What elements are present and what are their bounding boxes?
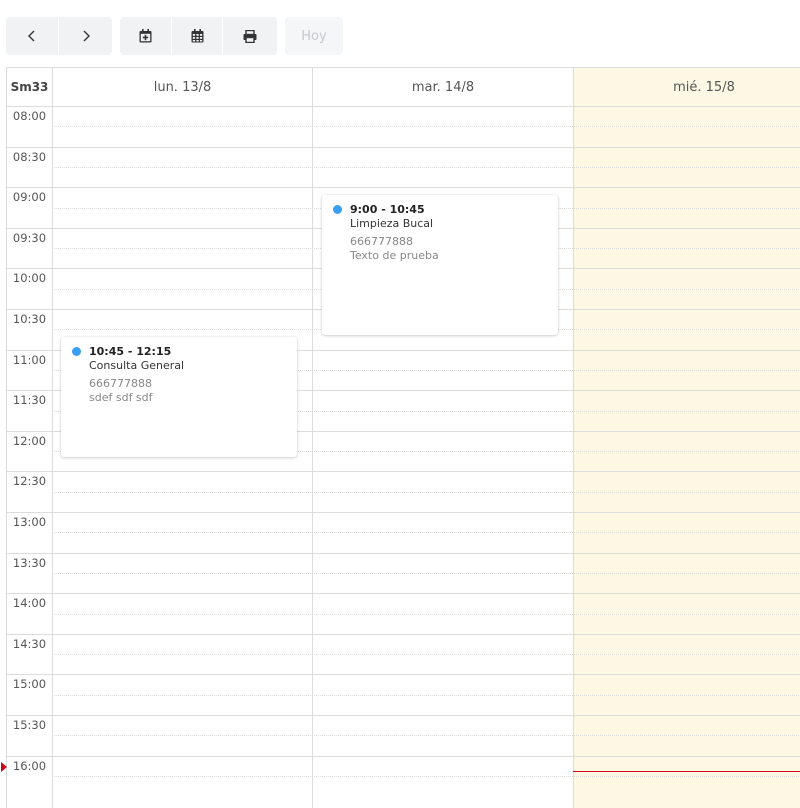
appointment-note: Texto de prueba — [350, 249, 439, 262]
current-time-line — [573, 771, 800, 772]
time-label: 09:30 — [12, 230, 47, 245]
time-slot-divider — [52, 694, 800, 696]
appointment-phone: 666777888 — [350, 235, 413, 248]
status-dot-icon — [333, 205, 342, 214]
time-label: 15:30 — [12, 718, 47, 732]
chevron-left-icon — [28, 30, 35, 42]
appointment-card[interactable]: 10:45 - 12:15 Consulta General 666777888… — [61, 337, 297, 457]
time-slot-divider — [52, 532, 800, 534]
time-slot-divider — [52, 654, 800, 656]
time-slot-line — [7, 146, 800, 148]
next-week-button[interactable] — [58, 17, 112, 55]
chevron-right-icon — [83, 30, 90, 42]
appointment-card[interactable]: 9:00 - 10:45 Limpieza Bucal 666777888 Te… — [322, 195, 558, 335]
appointment-time: 9:00 - 10:45 — [350, 203, 425, 216]
day-header-row: Sm33 lun. 13/8 mar. 14/8 mié. 15/8 — [7, 68, 800, 107]
time-slot-line — [7, 674, 800, 676]
time-label: 09:00 — [12, 190, 47, 205]
time-label: 11:30 — [12, 393, 47, 408]
day-column[interactable] — [312, 68, 573, 808]
time-label: 08:30 — [12, 149, 47, 164]
time-label: 08:00 — [12, 109, 47, 123]
calendar-toolbar: Hoy — [0, 0, 800, 66]
time-slot-divider — [52, 735, 800, 737]
time-slot-divider — [52, 775, 800, 777]
time-slot-line — [7, 471, 800, 473]
time-slot-divider — [52, 572, 800, 574]
action-button-group — [120, 17, 277, 55]
calendar-grid-icon — [191, 29, 203, 43]
time-label: 15:00 — [12, 677, 47, 692]
time-label: 14:00 — [12, 596, 47, 611]
time-slot-line — [7, 633, 800, 635]
day-header-monday[interactable]: lun. 13/8 — [53, 68, 312, 106]
time-label: 14:30 — [12, 636, 47, 651]
navigation-button-group — [6, 17, 112, 55]
appointment-title: Consulta General — [89, 359, 185, 372]
time-slot-line — [7, 187, 800, 189]
time-label: 10:00 — [12, 271, 47, 286]
time-slot-line — [7, 755, 800, 757]
time-slot-line — [7, 715, 800, 716]
time-label: 13:30 — [12, 555, 47, 570]
time-label: 13:00 — [12, 515, 47, 529]
time-label: 10:30 — [12, 312, 47, 326]
time-label: 12:30 — [12, 474, 47, 489]
time-slot-divider — [52, 166, 800, 168]
add-appointment-button[interactable] — [120, 17, 171, 55]
time-slot-divider — [52, 613, 800, 615]
time-label: 11:00 — [12, 352, 47, 367]
time-label: 12:00 — [12, 433, 47, 448]
today-button[interactable]: Hoy — [285, 17, 343, 55]
calendar-plus-icon — [139, 29, 152, 43]
time-slot-line — [7, 552, 800, 554]
appointment-title: Limpieza Bucal — [350, 217, 434, 230]
current-time-arrow-icon — [1, 762, 7, 772]
appointment-time: 10:45 - 12:15 — [89, 345, 172, 358]
printer-icon — [243, 29, 257, 43]
month-view-button[interactable] — [171, 17, 222, 55]
time-slot-divider — [52, 491, 800, 493]
status-dot-icon — [72, 347, 81, 356]
day-header-wednesday[interactable]: mié. 15/8 — [574, 68, 800, 106]
time-label: 16:00 — [12, 758, 47, 773]
appointment-phone: 666777888 — [89, 377, 152, 390]
day-column-today[interactable] — [573, 68, 800, 808]
time-slot-line — [7, 593, 800, 595]
week-number-label: Sm33 — [10, 80, 49, 94]
day-header-tuesday[interactable]: mar. 14/8 — [313, 68, 573, 106]
time-slot-divider — [52, 126, 800, 128]
week-calendar-grid: 08:00 08:30 09:00 09:30 10:00 10:30 11:00 11:30… — [1, 67, 800, 808]
time-slot-line — [7, 512, 800, 513]
print-button[interactable] — [222, 17, 277, 55]
appointment-note: sdef sdf sdf — [89, 391, 153, 404]
previous-week-button[interactable] — [6, 17, 58, 55]
